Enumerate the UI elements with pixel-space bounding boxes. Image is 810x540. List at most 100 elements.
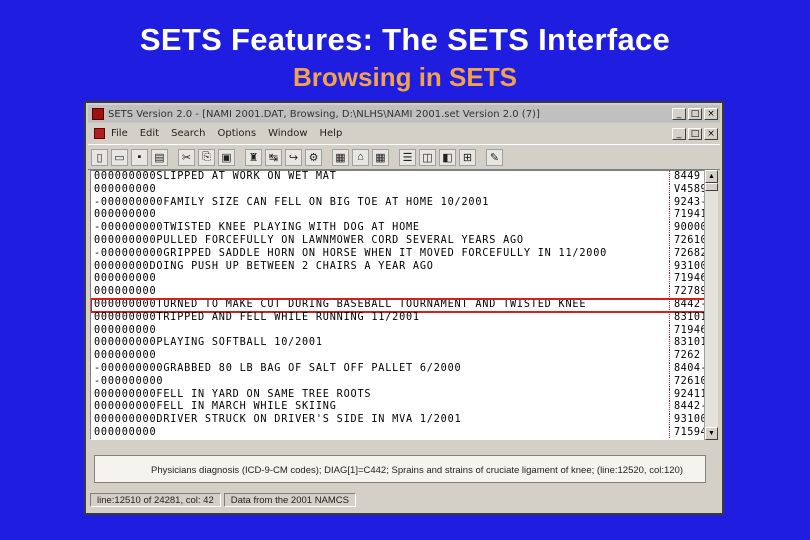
layout-icon[interactable]: ▦ [372,148,389,166]
record-code: 71594 [669,426,707,439]
record-row[interactable]: 000000000 72789 [91,286,707,299]
new-icon[interactable]: ▯ [91,148,108,166]
record-code: 72610 [669,234,707,248]
toolbar-separator [479,149,483,166]
columns-icon[interactable]: ◫ [419,148,436,166]
record-row[interactable]: 000000000FELL IN YARD ON SAME TREE ROOTS… [91,388,707,402]
sets-app-icon [92,108,104,120]
close-button[interactable]: × [704,108,718,120]
record-row[interactable]: 000000000 71594 [91,426,707,439]
scroll-up-icon[interactable]: ▲ [705,170,718,183]
doc-close-button[interactable]: × [704,127,718,140]
record-row[interactable]: -000000000 72610 [91,375,707,389]
edit-icon[interactable]: ✎ [486,148,503,166]
tree-icon[interactable]: ⊞ [459,148,476,166]
menu-options[interactable]: Options [217,128,256,139]
menu-edit[interactable]: Edit [140,128,159,139]
menubar: File Edit Search Options Window Help _ □… [88,125,720,142]
open-icon[interactable]: ▭ [111,148,128,166]
record-row[interactable]: 000000000 71946 [91,324,707,338]
sets-app-window: SETS Version 2.0 - [NAMI 2001.DAT, Brows… [84,101,724,515]
cut-icon[interactable]: ✂ [178,148,195,166]
record-row[interactable]: 000000000TRIPPED AND FELL WHILE RUNNING … [91,311,707,325]
doc-restore-button[interactable]: □ [688,127,702,140]
record-row[interactable]: -000000000FAMILY SIZE CAN FELL ON BIG TO… [91,196,707,210]
code-icon[interactable]: ⌂ [352,148,369,166]
menu-help[interactable]: Help [320,128,343,139]
selected-record-row[interactable]: 000000000TURNED TO MAKE CUT DURING BASEB… [91,297,707,313]
maximize-button[interactable]: □ [688,108,702,120]
record-row[interactable]: 00000000DOING PUSH UP BETWEEN 2 CHAIRS A… [91,260,707,274]
doc-minimize-button[interactable]: _ [672,127,686,140]
print-icon[interactable]: ▤ [151,148,168,166]
toolbar: ▯ ▭ ▪ ▤ ✂ ⎘ ▣ ♜ ↹ ↪ ⚙ ▦ ⌂ ▦ ☰ ◫ ◧ ⊞ ✎ [88,144,720,170]
copy-icon[interactable]: ⎘ [198,148,215,166]
record-text: 000000000DRIVER STRUCK ON DRIVER'S SIDE … [94,414,462,426]
toolbar-separator [238,149,242,166]
record-row[interactable]: 000000000FELL IN MARCH WHILE SKIING 8442- [91,401,707,415]
minimize-button[interactable]: _ [672,108,686,120]
record-row[interactable]: -000000000TWISTED KNEE PLAYING WITH DOG … [91,222,707,235]
chart-icon[interactable]: ▦ [332,148,349,166]
scroll-down-icon[interactable]: ▼ [705,427,718,440]
record-code: 8404- [669,362,707,376]
record-code: 7262 [669,350,707,363]
record-text: -000000000FAMILY SIZE CAN FELL ON BIG TO… [94,196,490,208]
record-row[interactable]: 000000000DRIVER STRUCK ON DRIVER'S SIDE … [91,414,707,427]
paste-icon[interactable]: ▣ [218,148,235,166]
record-row[interactable]: 000000000 V4589 [91,183,707,197]
record-code: 72789 [669,286,707,299]
replace-icon[interactable]: ↹ [265,148,282,166]
window-titlebar: SETS Version 2.0 - [NAMI 2001.DAT, Brows… [88,105,720,123]
record-text: 00000000DOING PUSH UP BETWEEN 2 CHAIRS A… [94,260,434,272]
slide-title: SETS Features: The SETS Interface [139,22,671,57]
toolbar-separator [171,149,175,166]
record-text: 000000000SLIPPED AT WORK ON WET MAT [94,171,337,182]
record-code: 8449 [669,171,707,184]
record-row[interactable]: 000000000 71941 [91,209,707,223]
record-row[interactable]: 000000000PULLED FORCEFULLY ON LAWNMOWER … [91,234,707,248]
record-code: 72682 [669,247,707,261]
record-row[interactable]: -000000000GRIPPED SADDLE HORN ON HORSE W… [91,247,707,261]
record-text: 000000000 [94,209,157,221]
status-bar: line:12510 of 24281, col: 42 Data from t… [90,491,718,509]
record-text: -000000000 [94,375,164,387]
record-text: -000000000GRIPPED SADDLE HORN ON HORSE W… [94,247,608,259]
record-code: 83101 [669,337,707,351]
slide-subtitle: Browsing in SETS [293,62,517,92]
record-code: 71946 [669,324,707,338]
record-code: 9243- [669,196,707,210]
menu-file[interactable]: File [111,128,128,139]
save-icon[interactable]: ▪ [131,148,148,166]
list-icon[interactable]: ☰ [399,148,416,166]
record-row[interactable]: 000000000PLAYING SOFTBALL 10/2001 83101 [91,337,707,351]
record-code: 71941 [669,209,707,223]
record-row[interactable]: -000000000GRABBED 80 LB BAG OF SALT OFF … [91,362,707,376]
split-icon[interactable]: ◧ [439,148,456,166]
document-icon[interactable] [94,128,105,139]
record-text: 000000000 [94,183,157,195]
record-code: 92411 [669,388,707,402]
menu-search[interactable]: Search [171,128,205,139]
record-row[interactable]: 000000000 7262 [91,350,707,363]
menu-window[interactable]: Window [268,128,307,139]
record-text: 000000000TRIPPED AND FELL WHILE RUNNING … [94,311,420,323]
records-view[interactable]: 000000000SLIPPED AT WORK ON WET MAT 8449 0… [90,170,708,440]
tool-icon[interactable]: ⚙ [305,148,322,166]
record-row[interactable]: 000000000SLIPPED AT WORK ON WET MAT 8449 [91,171,707,184]
vertical-scrollbar[interactable]: ▲ ▼ [704,170,718,440]
record-text: 000000000TURNED TO MAKE CUT DURING BASEB… [94,298,587,310]
scroll-thumb[interactable] [705,183,718,191]
record-row[interactable]: 000000000 71946 [91,273,707,287]
status-position: line:12510 of 24281, col: 42 [90,493,221,507]
record-text: 000000000FELL IN YARD ON SAME TREE ROOTS [94,388,372,400]
record-code: 72610 [669,375,707,389]
record-code: 93100 [669,260,707,274]
record-code: 8442- [669,401,707,415]
record-text: -000000000GRABBED 80 LB BAG OF SALT OFF … [94,362,462,374]
record-code: 90000 [669,222,707,235]
find-icon[interactable]: ♜ [245,148,262,166]
record-code: V4589 [669,183,707,197]
record-text: 000000000 [94,350,157,362]
goto-icon[interactable]: ↪ [285,148,302,166]
